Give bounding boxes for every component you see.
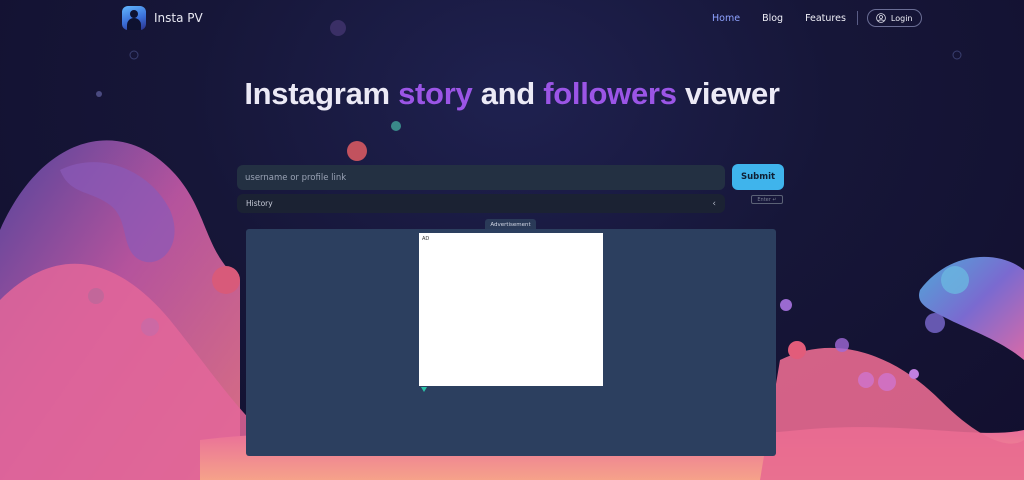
title-part-3: viewer	[676, 76, 780, 111]
ad-label: AD	[422, 236, 430, 242]
advertisement-panel: AD	[246, 229, 776, 456]
title-part-2: and	[472, 76, 544, 111]
history-label: History	[246, 199, 273, 208]
submit-button[interactable]: Submit	[732, 164, 784, 190]
title-accent-followers: followers	[543, 76, 677, 111]
login-label: Login	[890, 13, 913, 23]
main-nav: Home Blog Features Login	[712, 9, 922, 27]
nav-divider	[856, 11, 858, 25]
nav-features-link[interactable]: Features	[805, 13, 846, 24]
title-part-1: Instagram	[244, 76, 399, 111]
top-navigation: Insta PV Home Blog Features Login	[0, 0, 1024, 36]
title-accent-story: story	[398, 76, 473, 111]
ad-choices-icon[interactable]	[421, 387, 427, 392]
username-search-input[interactable]	[237, 165, 725, 190]
nav-blog-link[interactable]: Blog	[762, 13, 783, 24]
ad-banner[interactable]: AD	[419, 233, 603, 386]
user-circle-icon	[876, 13, 886, 23]
enter-key-hint: Enter ↵	[751, 195, 783, 204]
brand-logo[interactable]: Insta PV	[122, 6, 203, 30]
chevron-left-icon: ‹	[712, 198, 716, 209]
brand-name: Insta PV	[154, 11, 203, 25]
history-dropdown[interactable]: History ‹	[237, 194, 725, 213]
login-button[interactable]: Login	[866, 9, 922, 27]
page-title: Instagram story and followers viewer	[0, 76, 1024, 112]
avatar-logo-icon	[122, 6, 146, 30]
nav-home-link[interactable]: Home	[712, 13, 740, 24]
